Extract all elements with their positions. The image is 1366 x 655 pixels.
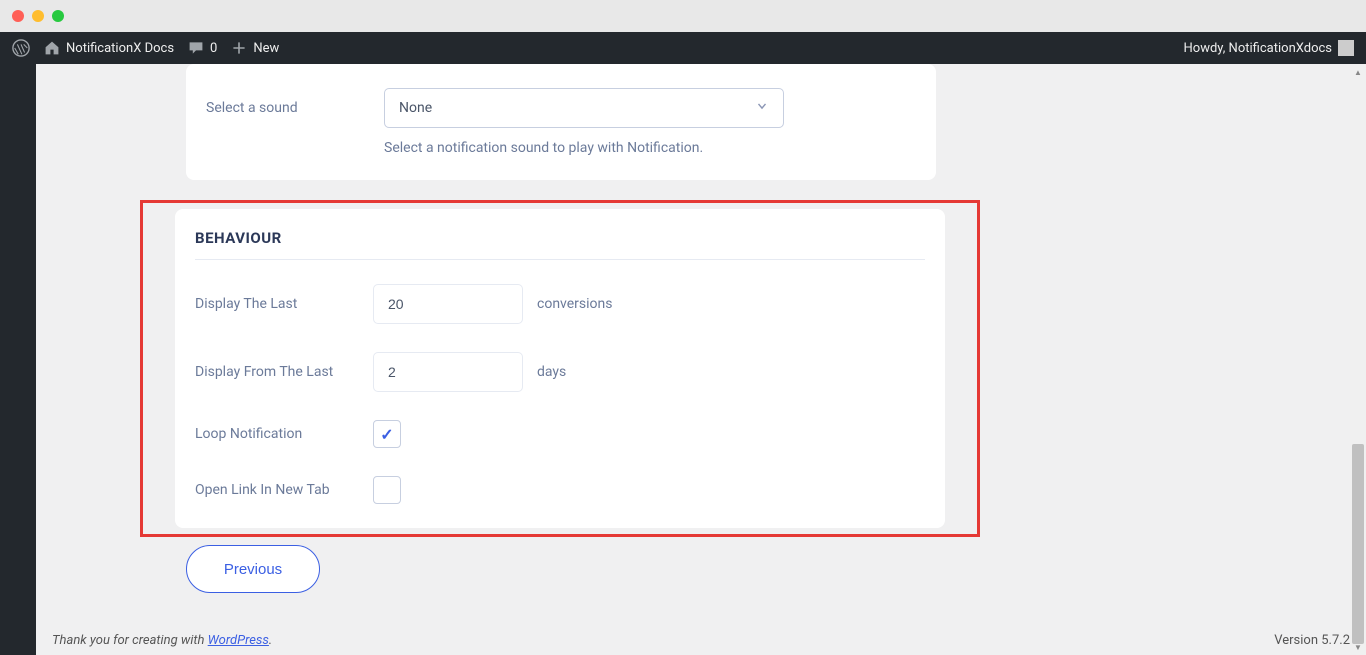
wp-logo-button[interactable] (12, 39, 30, 57)
sound-selected-value: None (399, 100, 432, 116)
wordpress-icon (12, 39, 30, 57)
new-label: New (253, 41, 279, 56)
comment-icon (188, 40, 204, 56)
behaviour-highlight: BEHAVIOUR Display The Last conversions D… (140, 200, 980, 537)
site-name-text: NotificationX Docs (66, 41, 174, 56)
check-icon: ✓ (380, 425, 393, 444)
footer-prefix: Thank you for creating with (52, 633, 208, 648)
window-minimize-icon[interactable] (32, 10, 44, 22)
footer-suffix: . (269, 633, 272, 648)
plus-icon (231, 40, 247, 56)
sound-control-wrap: None (384, 88, 916, 128)
sound-row: Select a sound None (206, 88, 916, 128)
scrollbar[interactable]: ▲ ▼ (1350, 64, 1366, 655)
chevron-down-icon (755, 99, 769, 117)
open-new-tab-checkbox[interactable] (373, 476, 401, 504)
window-maximize-icon[interactable] (52, 10, 64, 22)
sound-select[interactable]: None (384, 88, 784, 128)
loop-notification-label: Loop Notification (195, 426, 373, 442)
wordpress-link[interactable]: WordPress (208, 633, 269, 648)
display-last-row: Display The Last conversions (195, 284, 925, 324)
open-new-tab-row: Open Link In New Tab (195, 476, 925, 504)
scrollbar-up-icon[interactable]: ▲ (1350, 64, 1366, 80)
display-from-row: Display From The Last days (195, 352, 925, 392)
open-new-tab-label: Open Link In New Tab (195, 482, 373, 498)
sound-settings-card: Select a sound None Select a notificatio… (186, 64, 936, 180)
behaviour-header: BEHAVIOUR (195, 209, 925, 260)
loop-notification-checkbox[interactable]: ✓ (373, 420, 401, 448)
howdy-text: Howdy, NotificationXdocs (1184, 41, 1332, 56)
content-area: Select a sound None Select a notificatio… (36, 64, 1366, 655)
admin-sidebar[interactable] (0, 64, 36, 655)
footer-bar: Thank you for creating with WordPress. V… (36, 625, 1366, 655)
comments-count: 0 (210, 41, 217, 56)
window-chrome (0, 0, 1366, 32)
behaviour-card: BEHAVIOUR Display The Last conversions D… (175, 209, 945, 528)
display-from-label: Display From The Last (195, 364, 373, 380)
display-from-suffix: days (537, 364, 566, 380)
display-last-input[interactable] (373, 284, 523, 324)
behaviour-title: BEHAVIOUR (195, 229, 925, 247)
scrollbar-down-icon[interactable]: ▼ (1350, 639, 1366, 655)
previous-button[interactable]: Previous (186, 545, 320, 593)
home-icon (44, 40, 60, 56)
footer-thank-you: Thank you for creating with WordPress. (52, 633, 272, 648)
display-last-suffix: conversions (537, 296, 612, 312)
window-close-icon[interactable] (12, 10, 24, 22)
sound-help-text: Select a notification sound to play with… (384, 140, 916, 156)
new-link[interactable]: New (231, 40, 279, 56)
wp-bar-right[interactable]: Howdy, NotificationXdocs (1184, 40, 1354, 56)
sound-label: Select a sound (206, 100, 384, 116)
display-from-input[interactable] (373, 352, 523, 392)
display-last-label: Display The Last (195, 296, 373, 312)
wp-bar-left: NotificationX Docs 0 New (12, 39, 279, 57)
site-name-link[interactable]: NotificationX Docs (44, 40, 174, 56)
admin-body: Select a sound None Select a notificatio… (0, 64, 1366, 655)
scrollbar-thumb[interactable] (1352, 444, 1364, 644)
loop-notification-row: Loop Notification ✓ (195, 420, 925, 448)
previous-label: Previous (224, 561, 282, 578)
footer-version: Version 5.7.2 (1274, 633, 1350, 648)
comments-link[interactable]: 0 (188, 40, 217, 56)
avatar (1338, 40, 1354, 56)
wp-admin-bar: NotificationX Docs 0 New Howdy, Notifica… (0, 32, 1366, 64)
